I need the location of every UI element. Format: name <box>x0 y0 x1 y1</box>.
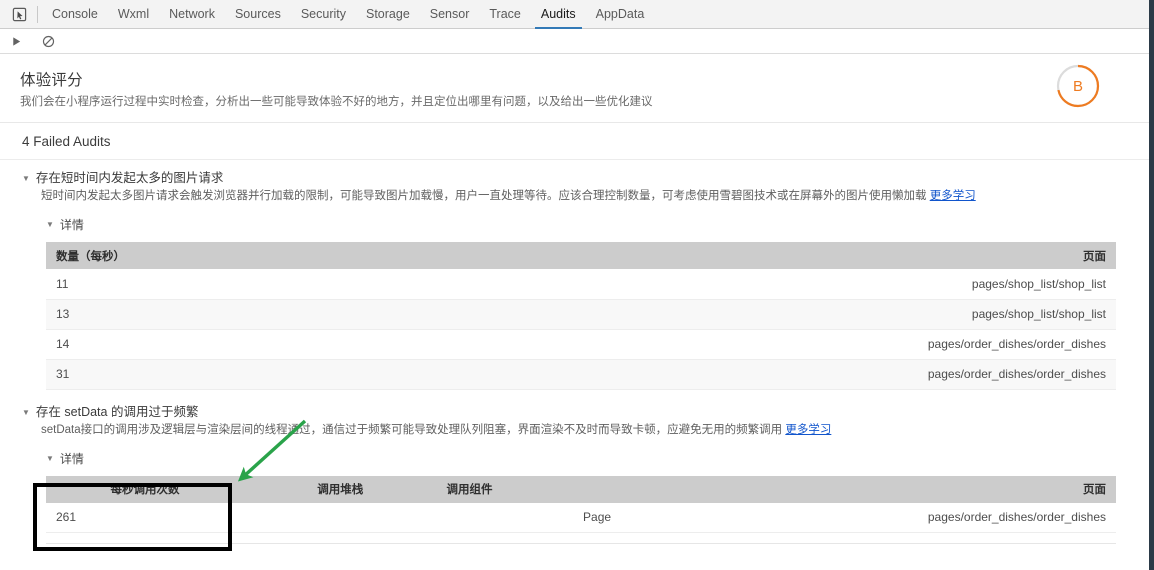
cell-page: pages/order_dishes/order_dishes <box>927 337 1106 351</box>
audit-title-row[interactable]: ▼ 存在短时间内发起太多的图片请求 <box>0 170 1149 187</box>
cell-calls-per-second: 261 <box>56 510 77 525</box>
cell-count: 31 <box>56 367 70 381</box>
audit-item-setdata-frequency: ▼ 存在 setData 的调用过于频繁 setData接口的调用涉及逻辑层与渲… <box>0 390 1149 544</box>
cell-count: 11 <box>56 276 69 291</box>
chevron-down-icon[interactable]: ▼ <box>46 216 54 233</box>
column-header-calls-per-second[interactable]: 每秒调用次数 <box>46 475 244 503</box>
tab-audits[interactable]: Audits <box>531 0 586 29</box>
audit-details-table-wrap: 每秒调用次数 调用堆栈 调用组件 页面 261 Page pages/order… <box>46 475 1116 534</box>
tab-appdata[interactable]: AppData <box>586 0 655 29</box>
column-header-call-stack[interactable]: 调用堆栈 <box>243 475 437 503</box>
learn-more-link[interactable]: 更多学习 <box>785 424 831 436</box>
tab-label: Storage <box>365 6 410 21</box>
tab-sensor[interactable]: Sensor <box>420 0 480 29</box>
cell-count: 14 <box>56 337 70 351</box>
tab-console[interactable]: Console <box>42 0 108 29</box>
audit-description-text: 短时间内发起太多图片请求会触发浏览器并行加载的限制，可能导致图片加载慢，用户一直… <box>41 190 927 202</box>
tab-network[interactable]: Network <box>159 0 225 29</box>
failed-audits-heading: 4 Failed Audits <box>0 123 1149 160</box>
devtools-tabbar: Console Wxml Network Sources Security St… <box>0 0 1149 29</box>
table-header-row: 数量（每秒） 页面 <box>46 242 1116 269</box>
tab-label: Sensor <box>429 6 470 21</box>
chevron-down-icon[interactable]: ▼ <box>22 170 30 187</box>
tab-wxml[interactable]: Wxml <box>108 0 159 29</box>
tab-sources[interactable]: Sources <box>225 0 291 29</box>
details-label: 详情 <box>59 218 84 232</box>
page-title: 体验评分 <box>20 72 83 89</box>
chevron-down-icon[interactable]: ▼ <box>22 404 30 421</box>
table-row: 261 Page pages/order_dishes/order_dishes <box>46 502 1116 533</box>
table-row: 14 pages/order_dishes/order_dishes <box>46 329 1116 359</box>
column-header-count[interactable]: 数量（每秒） <box>46 242 528 269</box>
table-row: 31 pages/order_dishes/order_dishes <box>46 359 1116 389</box>
audit-title: 存在 setData 的调用过于频繁 <box>35 404 199 419</box>
score-grade: B <box>1072 77 1083 95</box>
audit-title-row[interactable]: ▼ 存在 setData 的调用过于频繁 <box>0 404 1149 421</box>
tab-label: Audits <box>540 6 576 21</box>
chevron-down-icon[interactable]: ▼ <box>46 450 54 467</box>
cell-count: 13 <box>56 307 70 321</box>
tab-security[interactable]: Security <box>291 0 356 29</box>
audit-title: 存在短时间内发起太多的图片请求 <box>35 171 224 185</box>
cell-call-component: Page <box>583 510 612 525</box>
table-header-row: 每秒调用次数 调用堆栈 调用组件 页面 <box>46 475 1116 503</box>
tab-label: AppData <box>595 6 645 21</box>
tab-label: Security <box>300 6 346 21</box>
cell-page: pages/shop_list/shop_list <box>971 276 1106 291</box>
page-subtitle: 我们会在小程序运行过程中实时检查，分析出一些可能导致体验不好的地方，并且定位出哪… <box>20 96 653 108</box>
play-triangle-icon[interactable] <box>8 33 24 49</box>
audit-details-toggle[interactable]: ▼ 详情 <box>46 450 1149 467</box>
learn-more-link[interactable]: 更多学习 <box>930 190 976 202</box>
details-label: 详情 <box>59 451 84 466</box>
audit-description: setData接口的调用涉及逻辑层与渲染层间的线程通过，通信过于频繁可能导致处理… <box>41 422 1149 438</box>
audit-description: 短时间内发起太多图片请求会触发浏览器并行加载的限制，可能导致图片加载慢，用户一直… <box>41 188 1149 204</box>
tab-label: Console <box>52 6 98 21</box>
table-row: 13 pages/shop_list/shop_list <box>46 299 1116 329</box>
audits-toolbar <box>0 29 1149 54</box>
column-header-page[interactable]: 页面 <box>757 475 1116 503</box>
cell-page: pages/order_dishes/order_dishes <box>927 510 1106 525</box>
audit-item-image-requests: ▼ 存在短时间内发起太多的图片请求 短时间内发起太多图片请求会触发浏览器并行加载… <box>0 160 1149 390</box>
audit-details-table: 每秒调用次数 调用堆栈 调用组件 页面 261 Page pages/order… <box>46 475 1116 534</box>
devtools-window: Console Wxml Network Sources Security St… <box>0 0 1154 570</box>
tab-label: Sources <box>234 6 281 21</box>
audit-details-table-wrap: 数量（每秒） 页面 11 pages/shop_list/shop_list 1… <box>46 242 1116 390</box>
column-header-call-component[interactable]: 调用组件 <box>436 475 758 503</box>
audit-details-table: 数量（每秒） 页面 11 pages/shop_list/shop_list 1… <box>46 242 1116 390</box>
tab-label: Trace <box>489 6 521 21</box>
column-header-page[interactable]: 页面 <box>527 242 1116 269</box>
cell-page: pages/shop_list/shop_list <box>971 307 1106 321</box>
score-badge: B <box>1055 63 1101 109</box>
audits-panel-header: 体验评分 我们会在小程序运行过程中实时检查，分析出一些可能导致体验不好的地方，并… <box>0 54 1149 123</box>
table-row: 11 pages/shop_list/shop_list <box>46 269 1116 299</box>
cell-call-stack <box>244 503 437 533</box>
audit-details-toggle[interactable]: ▼ 详情 <box>46 216 1149 233</box>
tab-storage[interactable]: Storage <box>356 0 420 29</box>
audit-description-text: setData接口的调用涉及逻辑层与渲染层间的线程通过，通信过于频繁可能导致处理… <box>41 423 783 436</box>
audit-separator <box>46 543 1116 544</box>
tab-label: Wxml <box>117 6 150 21</box>
inspect-element-icon[interactable] <box>8 4 30 25</box>
tabbar-divider <box>37 5 38 23</box>
tab-trace[interactable]: Trace <box>479 0 531 29</box>
cell-page: pages/order_dishes/order_dishes <box>927 367 1106 381</box>
tab-label: Network <box>169 6 215 21</box>
clear-prohibited-icon[interactable] <box>40 33 56 49</box>
